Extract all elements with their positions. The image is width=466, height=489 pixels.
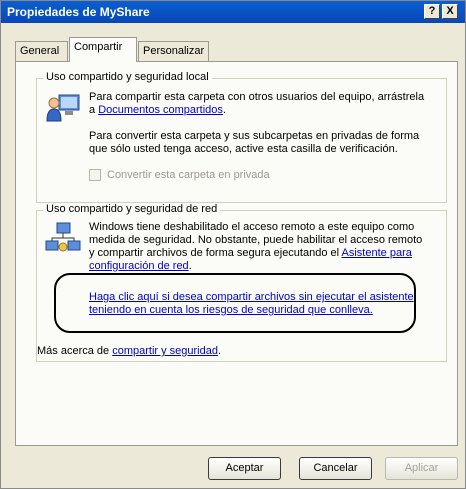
tab-panel: Uso compartido y seguridad local Para co…: [15, 61, 458, 446]
close-button[interactable]: X: [442, 4, 458, 19]
private-folder-checkbox[interactable]: [89, 169, 101, 181]
more-about-text: Más acerca de compartir y seguridad.: [37, 345, 221, 358]
highlight-oval: [54, 273, 416, 333]
network-share-icon: [45, 222, 81, 252]
local-line2-prefix: a: [89, 104, 99, 116]
network-line3-prefix: y compartir archivos de forma segura eje…: [89, 247, 342, 259]
private-folder-label: Convertir esta carpeta en privada: [107, 169, 270, 181]
shared-documents-link[interactable]: Documentos compartidos: [98, 104, 223, 116]
apply-button[interactable]: Aplicar: [385, 457, 458, 480]
local-text-line2: a Documentos compartidos.: [89, 104, 226, 117]
tab-compartir[interactable]: Compartir: [69, 37, 137, 62]
network-wizard-link[interactable]: Asistente para: [342, 247, 412, 259]
network-text-line2: medida de seguridad. No obstante, puede …: [89, 234, 423, 246]
local-text-line4: que sólo usted tenga acceso, active esta…: [89, 143, 398, 155]
ok-button[interactable]: Aceptar: [208, 457, 281, 480]
help-button[interactable]: ?: [424, 4, 440, 19]
properties-dialog: Propiedades de MyShare ? X General Compa…: [0, 0, 466, 489]
more-about-suffix: .: [217, 345, 222, 357]
local-text-line1: Para compartir esta carpeta con otros us…: [89, 91, 425, 103]
local-users-icon: [46, 94, 80, 122]
network-group-legend: Uso compartido y seguridad de red: [43, 203, 221, 215]
local-line2-suffix: .: [222, 104, 226, 116]
local-text-line3: Para convertir esta carpeta y sus subcar…: [89, 130, 420, 142]
tab-personalizar[interactable]: Personalizar: [138, 41, 209, 61]
tab-general[interactable]: General: [15, 41, 68, 61]
network-text-line3: y compartir archivos de forma segura eje…: [89, 247, 412, 260]
network-text-line4: configuración de red.: [89, 260, 192, 273]
sharing-security-link[interactable]: compartir y seguridad: [112, 345, 218, 357]
network-text-line1: Windows tiene deshabilitado el acceso re…: [89, 221, 415, 233]
network-wizard-link-cont[interactable]: configuración de red: [89, 260, 189, 272]
local-group-legend: Uso compartido y seguridad local: [43, 71, 212, 83]
window-title: Propiedades de MyShare: [7, 5, 150, 19]
local-sharing-group: Uso compartido y seguridad local Para co…: [36, 71, 447, 203]
cancel-button[interactable]: Cancelar: [299, 457, 372, 480]
network-line4-suffix: .: [188, 260, 192, 272]
more-about-prefix: Más acerca de: [37, 345, 113, 357]
title-bar[interactable]: Propiedades de MyShare ? X: [1, 1, 465, 23]
